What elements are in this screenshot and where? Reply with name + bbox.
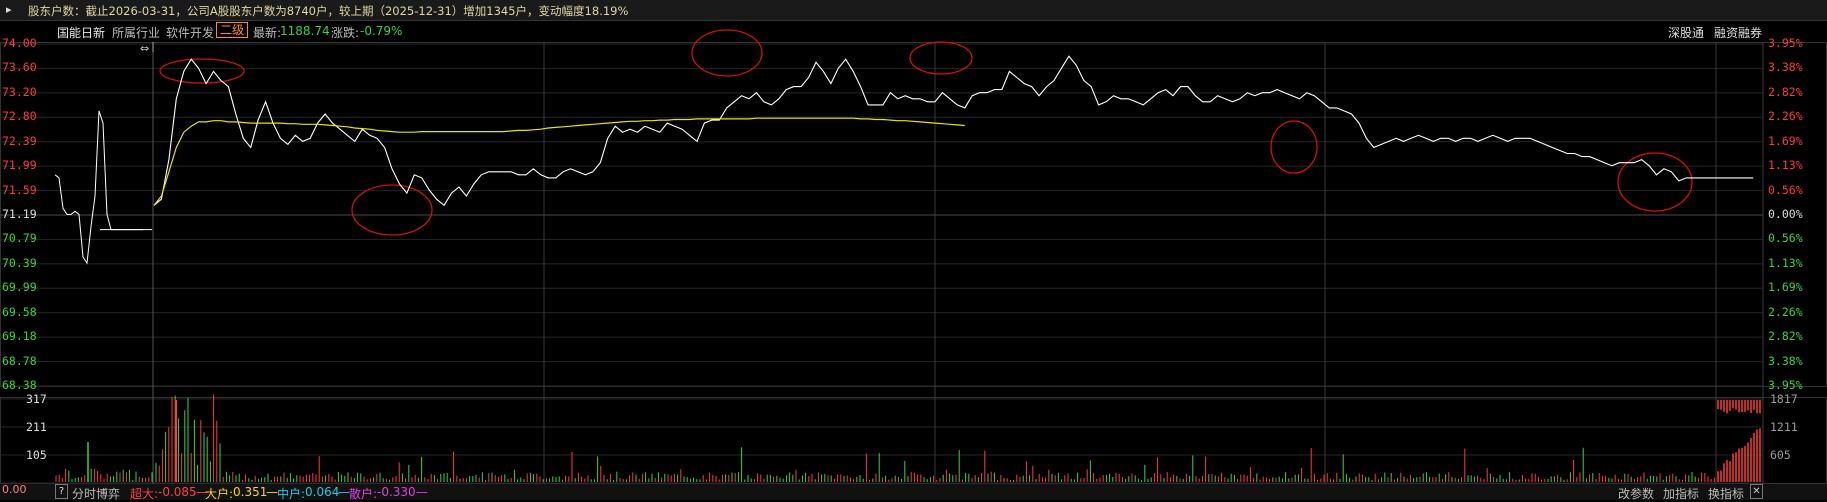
percent-tick-label: 1.13%	[1768, 158, 1803, 173]
percent-tick-label: 0.56%	[1768, 231, 1803, 246]
small-suffix: —	[416, 485, 428, 499]
annotation-circle	[691, 29, 763, 77]
volume-tick-label: 211	[26, 420, 47, 434]
percent-tick-label: 3.95%	[1768, 36, 1803, 50]
percent-tick-label: 2.26%	[1768, 109, 1803, 124]
percent-tick-label: 2.26%	[1768, 304, 1803, 319]
price-lines	[54, 55, 1754, 265]
mid-label: 中户:	[277, 487, 306, 501]
price-tick-label: 72.39	[2, 133, 37, 148]
volume-tick-label: 105	[26, 448, 47, 462]
price-tick-label: 70.79	[2, 231, 37, 246]
indicator-bar: 0.00 ? 分时博弈 超大: -0.085 — 大户: 0.351 — 中户:…	[0, 483, 1827, 502]
add-indicator-button[interactable]: 加指标	[1663, 485, 1699, 502]
small-label: 散户:	[349, 487, 378, 501]
price-tick-label: 69.99	[2, 280, 37, 295]
percent-tick-label: 2.82%	[1768, 329, 1803, 344]
percent-tick-label: 3.38%	[1768, 353, 1803, 368]
percent-tick-label: 0.00%	[1768, 207, 1803, 221]
percent-tick-label: 2.82%	[1768, 84, 1803, 99]
tab-fenshi-boyi[interactable]: 分时博弈	[72, 485, 120, 502]
close-icon[interactable]: ✕	[1750, 484, 1763, 499]
percent-tick-label: 1.69%	[1768, 280, 1803, 295]
resize-handle-icon: ⇔	[140, 42, 149, 55]
price-tick-label: 72.80	[2, 109, 37, 124]
price-tick-label: 74.00	[2, 36, 37, 50]
super-value: -0.085	[158, 485, 197, 499]
change-params-button[interactable]: 改参数	[1618, 485, 1654, 502]
annotation-circle	[351, 184, 433, 236]
price-tick-label: 68.38	[2, 378, 37, 392]
volume-tick-label-right: 1211	[1770, 420, 1798, 434]
volume-tick-label: 317	[26, 392, 47, 406]
price-tick-label: 69.58	[2, 304, 37, 319]
price-tick-label: 73.60	[2, 60, 37, 75]
intraday-chart[interactable]: ⇔	[0, 0, 1827, 484]
volume-frame	[0, 397, 1827, 484]
volume-bars	[55, 394, 1761, 482]
percent-tick-label: 3.38%	[1768, 60, 1803, 75]
percent-tick-label: 1.13%	[1768, 255, 1803, 270]
price-line	[153, 55, 1754, 207]
price-tick-label: 71.59	[2, 182, 37, 197]
percent-tick-label: 3.95%	[1768, 378, 1803, 392]
average-price-line	[153, 117, 965, 206]
percent-tick-label: 0.56%	[1768, 182, 1803, 197]
annotation-circle	[909, 41, 973, 75]
annotation-circle	[1270, 120, 1318, 174]
price-tick-label: 73.20	[2, 84, 37, 99]
price-tick-label: 70.39	[2, 255, 37, 270]
price-tick-label: 71.99	[2, 158, 37, 173]
pre-market-line	[54, 110, 143, 265]
cut-value: 0.00	[2, 483, 27, 496]
annotation-circles	[159, 29, 1693, 236]
price-tick-label: 71.19	[2, 207, 37, 221]
volume-tick-label-right: 605	[1770, 448, 1791, 462]
help-icon[interactable]: ?	[55, 484, 68, 499]
annotation-circle	[159, 58, 245, 84]
chart-grid	[0, 42, 1827, 484]
volume-tick-label-right: 1817	[1770, 392, 1798, 406]
switch-indicator-button[interactable]: 换指标	[1708, 485, 1744, 502]
price-tick-label: 68.78	[2, 353, 37, 368]
large-value: 0.351	[233, 485, 268, 499]
mid-value: 0.064	[305, 485, 340, 499]
super-label: 超大:	[130, 487, 159, 501]
percent-tick-label: 1.69%	[1768, 133, 1803, 148]
large-label: 大户:	[205, 487, 234, 501]
price-tick-label: 69.18	[2, 329, 37, 344]
small-value: -0.330	[377, 485, 416, 499]
annotation-circle	[1617, 152, 1693, 212]
